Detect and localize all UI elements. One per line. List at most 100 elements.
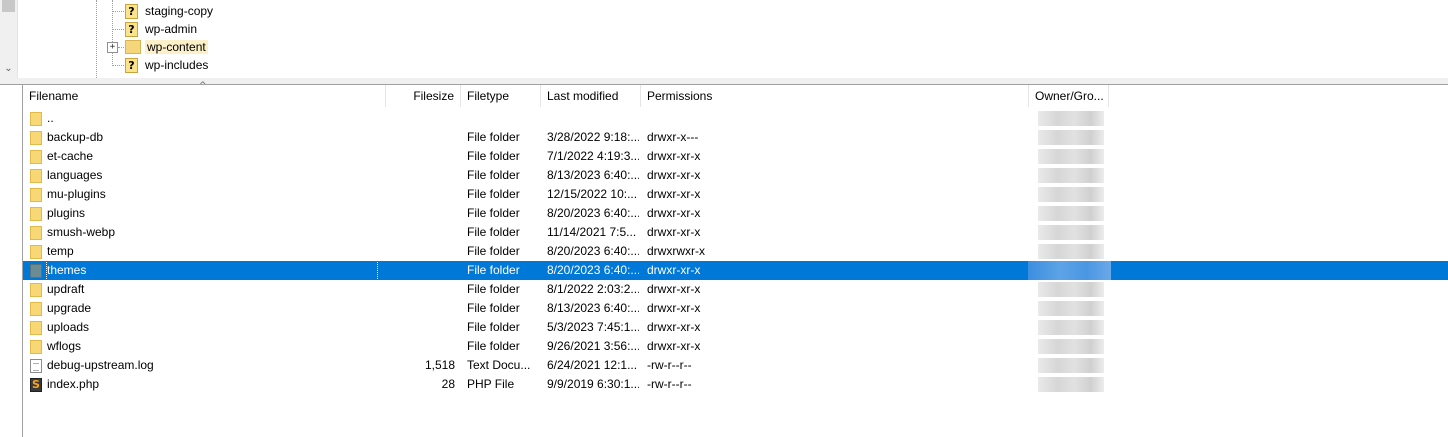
file-row-languages[interactable]: languages File folder 8/13/2023 6:40:... dr… (23, 166, 1448, 185)
file-owner-redacted (1028, 109, 1111, 128)
redaction-blur (1038, 320, 1104, 335)
redaction-blur (1038, 206, 1104, 221)
file-name: temp (47, 244, 74, 258)
php-file-icon: S (30, 378, 42, 392)
file-name: index.php (47, 377, 100, 391)
folder-icon (30, 169, 42, 183)
list-header: ^ Filename Filesize Filetype Last modifi… (23, 81, 1448, 107)
tree-node-label: wp-includes (145, 58, 209, 72)
file-row-index-php[interactable]: Sindex.php 28 PHP File 9/9/2019 6:30:1... -r… (23, 375, 1448, 394)
scrollbar-thumb[interactable] (2, 0, 15, 12)
file-row-parent-directory[interactable]: .. (23, 109, 1448, 128)
file-last-modified: 8/20/2023 6:40:... (547, 244, 639, 258)
redaction-blur (1028, 261, 1111, 280)
folder-icon (30, 245, 42, 259)
file-type: File folder (467, 130, 520, 144)
file-last-modified: 6/24/2021 12:1... (547, 358, 638, 372)
tree-connector-line (112, 11, 124, 12)
tree-node-label: staging-copy (145, 4, 214, 18)
file-last-modified: 8/20/2023 6:40:... (547, 263, 639, 277)
text-file-icon (30, 359, 42, 373)
redaction-blur (1038, 149, 1104, 164)
file-permissions: drwxr-xr-x (647, 301, 701, 315)
file-row-et-cache[interactable]: et-cache File folder 7/1/2022 4:19:3... drw… (23, 147, 1448, 166)
file-name: themes (46, 260, 378, 281)
file-row-plugins[interactable]: plugins File folder 8/20/2023 6:40:... drwx… (23, 204, 1448, 223)
file-owner-redacted (1028, 204, 1111, 223)
file-type: Text Docu... (467, 358, 531, 372)
folder-icon (125, 40, 141, 54)
file-row-upgrade[interactable]: upgrade File folder 8/13/2023 6:40:... drwx… (23, 299, 1448, 318)
file-rows: .. backup-db File folder 3/28/2022 9:18:...… (23, 109, 1448, 394)
column-header-filename[interactable]: Filename (23, 85, 386, 107)
remote-file-list[interactable]: ^ Filename Filesize Filetype Last modifi… (0, 81, 1448, 437)
file-name: smush-webp (47, 225, 116, 239)
expand-plus-icon[interactable]: + (107, 42, 118, 53)
file-name: languages (47, 168, 103, 182)
file-last-modified: 11/14/2021 7:5... (547, 225, 637, 239)
column-header-filesize[interactable]: Filesize (386, 85, 461, 107)
folder-icon (30, 264, 42, 278)
file-last-modified: 8/13/2023 6:40:... (547, 301, 639, 315)
tree-connector-line (112, 65, 124, 66)
redaction-blur (1038, 225, 1104, 240)
file-type: PHP File (467, 377, 515, 391)
file-type: File folder (467, 320, 520, 334)
file-type: File folder (467, 168, 520, 182)
file-permissions: -rw-r--r-- (647, 358, 692, 372)
file-row-mu-plugins[interactable]: mu-plugins File folder 12/15/2022 10:... dr… (23, 185, 1448, 204)
file-type: File folder (467, 225, 520, 239)
column-header-owner-group[interactable]: Owner/Gro... (1029, 85, 1109, 107)
file-permissions: drwxrwxr-x (647, 244, 705, 258)
folder-icon (30, 340, 42, 354)
file-row-wflogs[interactable]: wflogs File folder 9/26/2021 3:56:... drwxr… (23, 337, 1448, 356)
folder-icon (30, 321, 42, 335)
pane-splitter[interactable] (0, 78, 1448, 85)
file-row-smush-webp[interactable]: smush-webp File folder 11/14/2021 7:5... dr… (23, 223, 1448, 242)
redaction-blur (1038, 301, 1104, 316)
file-last-modified: 9/9/2019 6:30:1... (547, 377, 639, 391)
file-name: upgrade (47, 301, 92, 315)
file-last-modified: 8/1/2022 2:03:2... (547, 282, 639, 296)
scroll-down-arrow-icon[interactable]: ⌄ (2, 64, 15, 74)
tree-node-wp-content[interactable]: wp-content (125, 38, 208, 56)
redaction-blur (1038, 282, 1104, 297)
file-type: File folder (467, 206, 520, 220)
file-owner-redacted (1028, 318, 1111, 337)
file-row-themes[interactable]: themes File folder 8/20/2023 6:40:... drwxr… (23, 260, 1448, 281)
question-folder-icon: ? (125, 3, 138, 19)
file-permissions: drwxr-xr-x (647, 149, 701, 163)
file-row-temp[interactable]: temp File folder 8/20/2023 6:40:... drwxrwx… (23, 242, 1448, 261)
column-header-filetype[interactable]: Filetype (461, 85, 541, 107)
folder-icon (30, 226, 42, 240)
file-row-uploads[interactable]: uploads File folder 5/3/2023 7:45:1... drwx… (23, 318, 1448, 337)
file-permissions: drwxr-x--- (647, 130, 699, 144)
tree-node-wp-admin[interactable]: ? wp-admin (125, 20, 197, 38)
file-owner-redacted (1028, 261, 1111, 280)
file-row-backup-db[interactable]: backup-db File folder 3/28/2022 9:18:... dr… (23, 128, 1448, 147)
folder-icon (30, 150, 42, 164)
redaction-blur (1038, 111, 1104, 126)
file-name: plugins (47, 206, 86, 220)
file-last-modified: 8/13/2023 6:40:... (547, 168, 639, 182)
file-permissions: drwxr-xr-x (647, 187, 701, 201)
file-row-debug-upstream-log[interactable]: debug-upstream.log 1,518 Text Docu... 6/24/… (23, 356, 1448, 375)
file-permissions: -rw-r--r-- (647, 377, 692, 391)
file-name: .. (47, 111, 54, 125)
file-type: File folder (467, 339, 520, 353)
file-name: backup-db (47, 130, 104, 144)
file-last-modified: 7/1/2022 4:19:3... (547, 149, 639, 163)
file-type: File folder (467, 149, 520, 163)
file-permissions: drwxr-xr-x (647, 339, 701, 353)
file-name: et-cache (47, 149, 94, 163)
tree-node-wp-includes[interactable]: ? wp-includes (125, 56, 208, 74)
file-owner-redacted (1028, 166, 1111, 185)
folder-icon (30, 131, 42, 145)
column-header-last-modified[interactable]: Last modified (541, 85, 641, 107)
remote-directory-tree[interactable]: ⌄ ? staging-copy ? wp-admin + wp-content… (0, 0, 1448, 78)
file-name: debug-upstream.log (47, 358, 154, 372)
tree-vertical-scrollbar[interactable]: ⌄ (0, 0, 18, 78)
column-header-permissions[interactable]: Permissions (641, 85, 1029, 107)
tree-node-staging-copy[interactable]: ? staging-copy (125, 2, 213, 20)
file-row-updraft[interactable]: updraft File folder 8/1/2022 2:03:2... drwx… (23, 280, 1448, 299)
